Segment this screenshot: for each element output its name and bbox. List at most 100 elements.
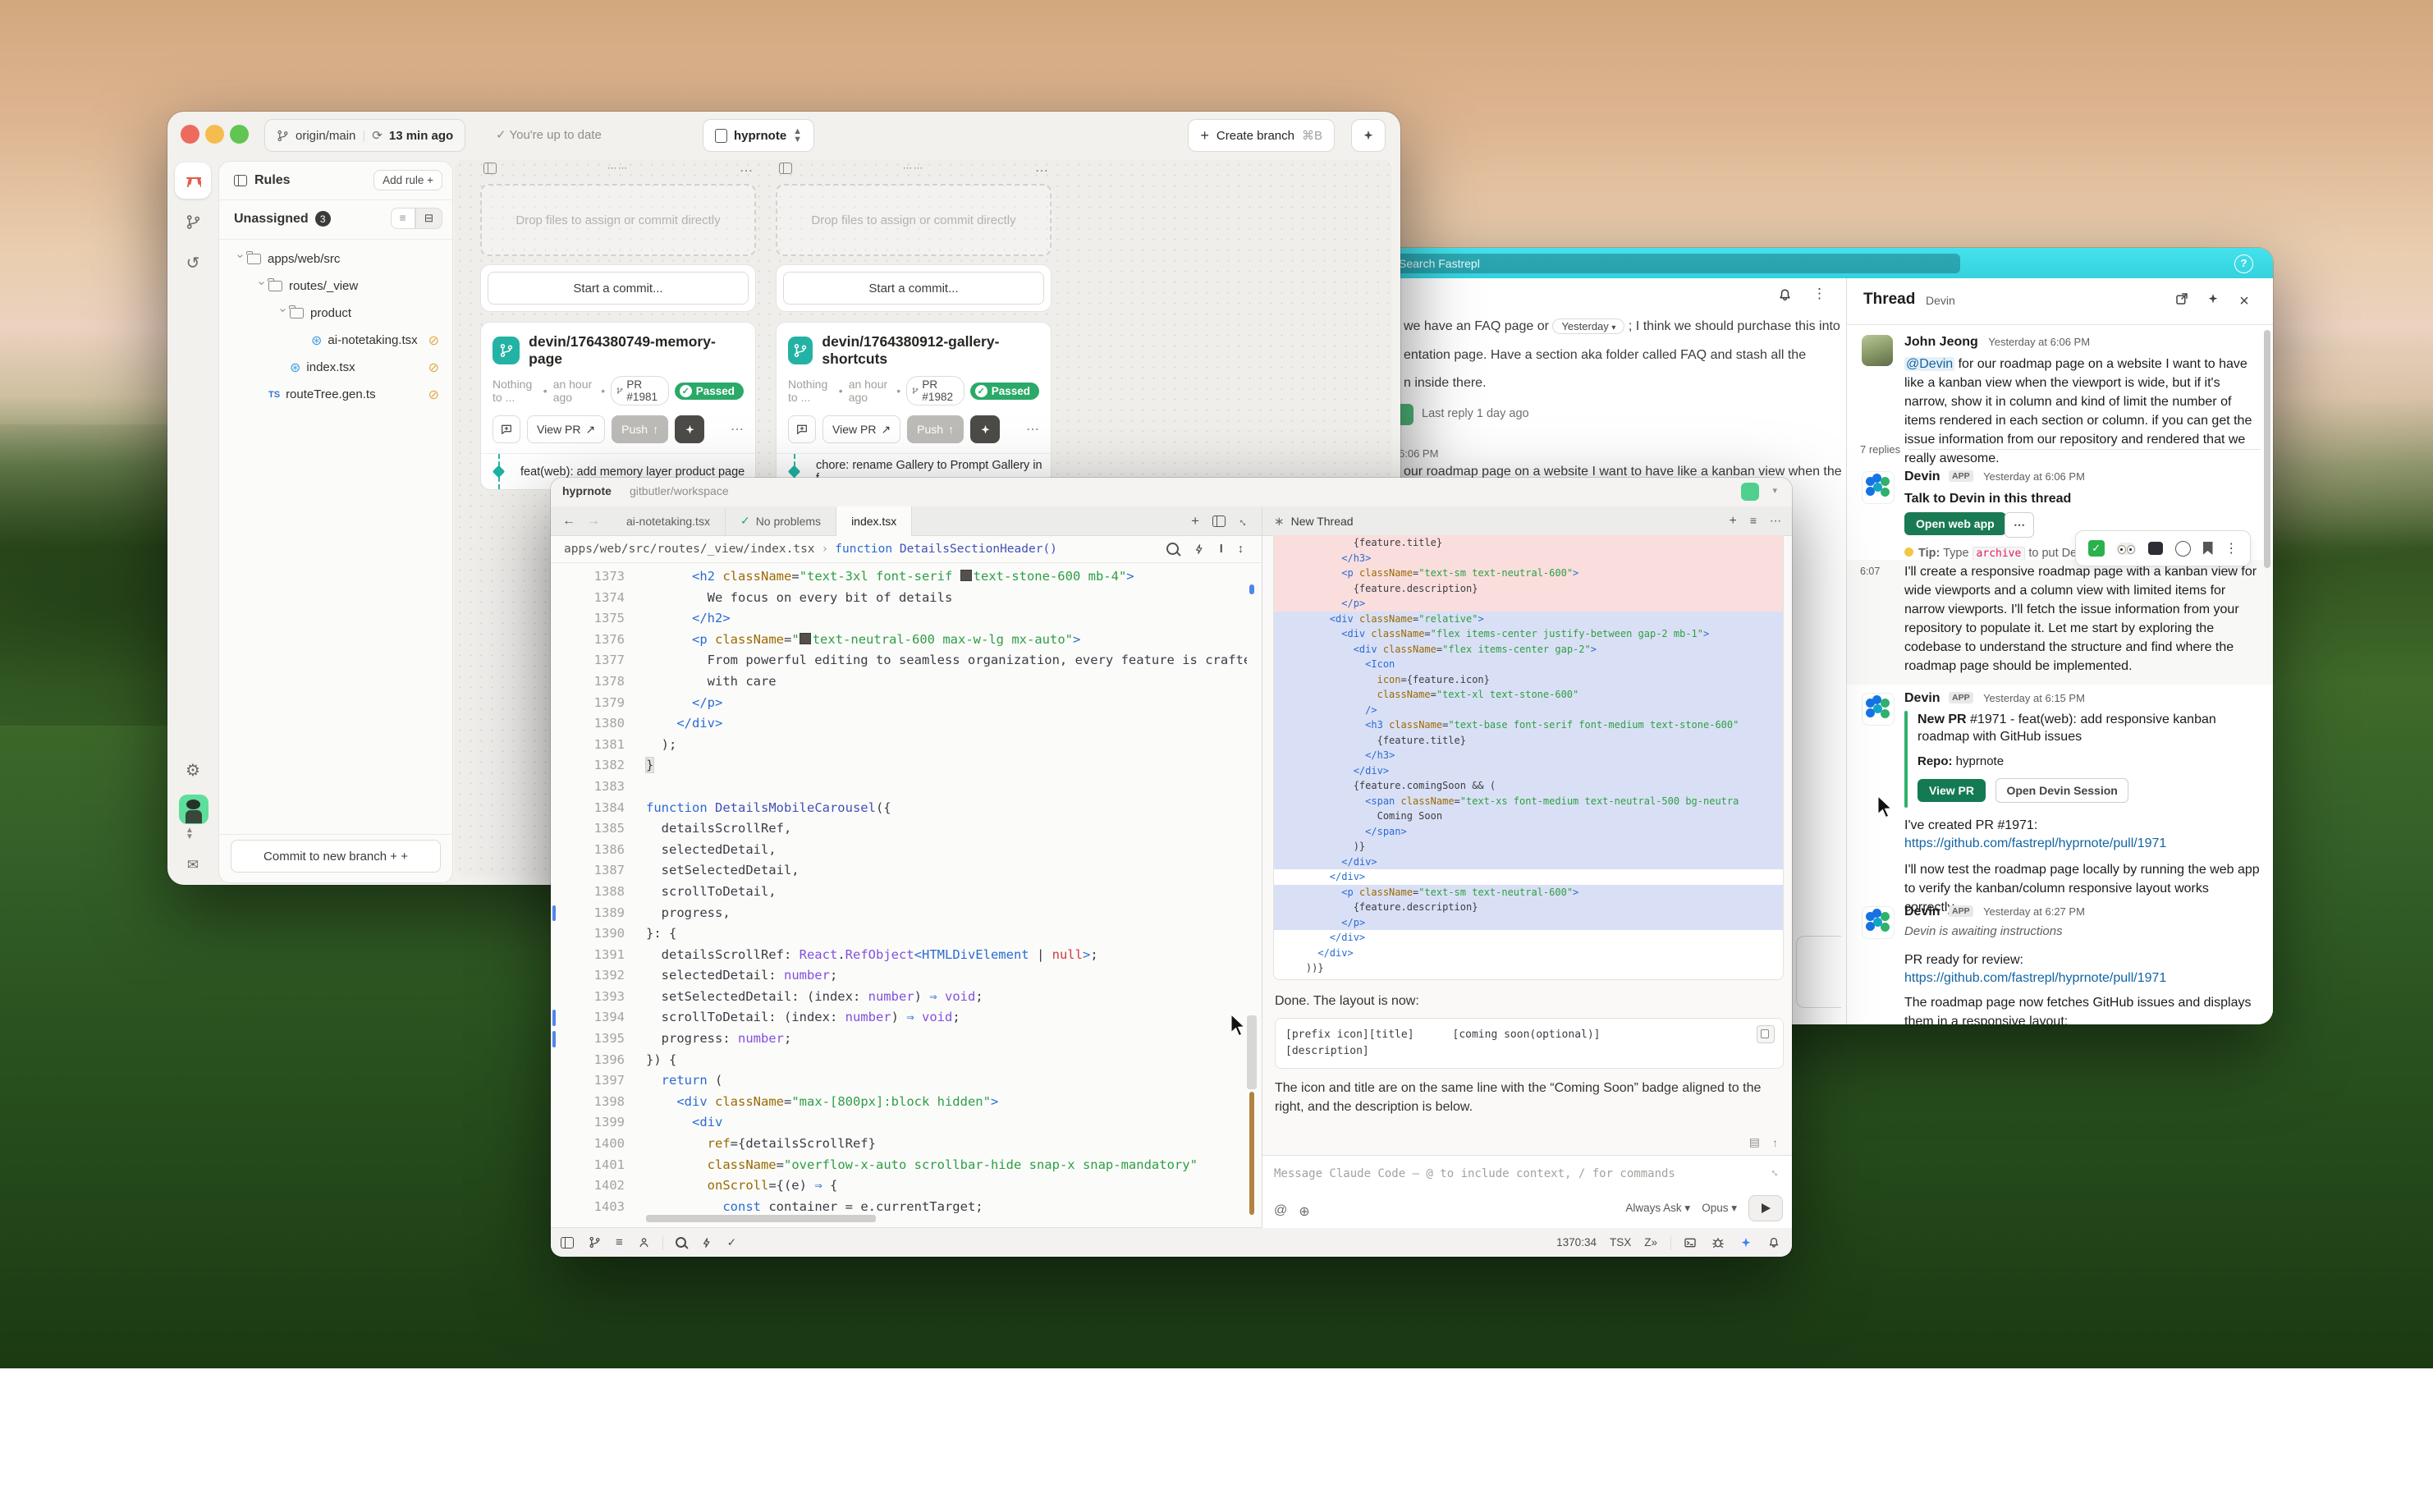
pr-link[interactable]: https://github.com/fastrepl/hyprnote/pul… <box>1904 834 2166 853</box>
tree-item-product[interactable]: ›product <box>231 300 451 327</box>
code-line[interactable]: 1389 progress, <box>551 903 1247 924</box>
message-timestamp[interactable]: Yesterday at 6:06 PM <box>1988 336 2090 348</box>
expand-composer-icon[interactable]: ↔ <box>1768 1164 1785 1180</box>
create-branch-button[interactable]: + Create branch ⌘B <box>1188 119 1335 152</box>
collapse-lane-icon[interactable] <box>779 163 792 174</box>
code-line[interactable]: 1373 <h2 className="text-3xl font-serif … <box>551 566 1247 588</box>
ci-passed-badge[interactable]: ✓Passed <box>675 383 744 400</box>
devin-avatar[interactable] <box>1862 693 1895 726</box>
collab-avatar[interactable] <box>1741 483 1759 501</box>
new-tab-icon[interactable]: + <box>1191 513 1199 529</box>
project-switcher[interactable]: hyprnote ▲▼ <box>703 119 814 152</box>
user-avatar[interactable] <box>179 795 208 824</box>
composer-placeholder[interactable]: Message Claude Code — @ to include conte… <box>1274 1167 1675 1180</box>
slack-search-input[interactable]: Search Fastrepl <box>1389 254 1960 273</box>
lane-menu-icon[interactable]: ⋯ <box>1035 163 1048 179</box>
permission-mode-dropdown[interactable]: Always Ask ▾ <box>1625 1202 1690 1215</box>
card-menu-icon[interactable]: ⋯ <box>1026 421 1039 438</box>
avatar-switcher-chevrons[interactable]: ▲▼ <box>186 827 194 841</box>
code-line[interactable]: 1375 </h2> <box>551 608 1247 630</box>
check-reaction-icon[interactable]: ✓ <box>2088 540 2105 557</box>
kebab-menu-icon[interactable]: ⋮ <box>1812 286 1826 302</box>
code-line[interactable]: 1395 progress: number; <box>551 1029 1247 1050</box>
collapse-lane-icon[interactable] <box>483 163 497 174</box>
code-actions-icon[interactable] <box>1194 543 1205 555</box>
pr-link[interactable]: https://github.com/fastrepl/hyprnote/pul… <box>1904 969 2166 987</box>
agent-menu-icon[interactable]: ⋯ <box>1770 514 1781 529</box>
cursor-position[interactable]: 1370:34 <box>1556 1236 1597 1249</box>
code-line[interactable]: 1374 We focus on every bit of details <box>551 588 1247 609</box>
branch-card[interactable]: devin/1764380749-memory-page Nothing to … <box>480 322 756 490</box>
drop-zone[interactable]: Drop files to assign or commit directly <box>480 184 756 256</box>
drop-zone[interactable]: Drop files to assign or commit directly <box>776 184 1052 256</box>
code-line[interactable]: 1387 setSelectedDetail, <box>551 860 1247 882</box>
editor-titlebar[interactable]: hyprnote gitbutler/workspace ▾ <box>551 478 1792 507</box>
view-pr-button[interactable]: View PR ↗ <box>822 415 900 443</box>
code-line[interactable]: 1382} <box>551 755 1247 777</box>
chevron-down-icon[interactable]: › <box>277 309 291 318</box>
language-mode[interactable]: TSX <box>1610 1236 1631 1249</box>
expand-icon[interactable]: ↔ <box>1235 512 1253 529</box>
notifications-bell-icon[interactable] <box>1777 287 1793 307</box>
view-pr-button[interactable]: View PR ↗ <box>527 415 605 443</box>
text-cursor-icon[interactable]: I <box>1220 543 1223 556</box>
date-pill[interactable]: Yesterday ▾ <box>1552 318 1624 334</box>
message-author[interactable]: Devin <box>1904 691 1940 705</box>
git-panel-icon[interactable] <box>589 1236 601 1249</box>
code-line[interactable]: 1386 selectedDetail, <box>551 840 1247 861</box>
tab-diagnostics[interactable]: ✓No problems <box>726 506 836 535</box>
editor-scrollbar-thumb[interactable] <box>1247 1015 1257 1089</box>
message-author[interactable]: Devin <box>1904 470 1940 483</box>
view-toggle[interactable]: ≡ ⊟ <box>391 208 442 229</box>
devin-avatar[interactable] <box>1862 471 1895 504</box>
agent-conversation[interactable]: {feature.title} </h3> <p className="text… <box>1262 535 1792 1156</box>
message-timestamp[interactable]: Yesterday at 6:27 PM <box>1983 905 2085 918</box>
open-web-app-button[interactable]: Open web app <box>1904 512 2006 535</box>
code-line[interactable]: 1381 ); <box>551 735 1247 756</box>
code-editor[interactable]: 1373 <h2 className="text-3xl font-serif … <box>551 566 1247 1216</box>
zoom-window-button[interactable] <box>230 125 249 144</box>
close-window-button[interactable] <box>181 125 199 144</box>
ai-commit-icon-button[interactable] <box>675 415 704 443</box>
code-line[interactable]: 1399 <div <box>551 1112 1247 1134</box>
buffer-search-icon[interactable] <box>1166 543 1179 555</box>
code-line[interactable]: 1383 <box>551 777 1247 798</box>
code-line[interactable]: 1396}) { <box>551 1050 1247 1071</box>
code-line[interactable]: 1388 scrollToDetail, <box>551 882 1247 903</box>
code-line[interactable]: 1379 </p> <box>551 693 1247 714</box>
devin-avatar[interactable] <box>1862 906 1895 939</box>
code-line[interactable]: 1392 selectedDetail: number; <box>551 965 1247 987</box>
message-composer[interactable]: Message Claude Code — @ to include conte… <box>1262 1155 1792 1228</box>
rail-settings-icon[interactable]: ⚙ <box>175 752 211 788</box>
start-commit-button[interactable]: Start a commit... <box>488 272 749 305</box>
tab-ai-notetaking[interactable]: ai-notetaking.tsx <box>612 506 726 535</box>
branch-sync-pill[interactable]: origin/main | ⟳13 min ago <box>264 119 465 152</box>
code-line[interactable]: 1401 className="overflow-x-auto scrollba… <box>551 1155 1247 1176</box>
code-line[interactable]: 1393 setSelectedDetail: (index: number) … <box>551 987 1247 1008</box>
code-line[interactable]: 1376 <p className="text-neutral-600 max-… <box>551 630 1247 651</box>
code-line[interactable]: 1400 ref={detailsScrollRef} <box>551 1134 1247 1155</box>
more-button[interactable]: ⋯ <box>2005 512 2034 538</box>
rail-branches-icon[interactable] <box>175 204 211 240</box>
new-thread-icon[interactable]: + <box>1729 514 1736 529</box>
quick-actions-icon[interactable] <box>701 1237 712 1249</box>
ci-passed-badge[interactable]: ✓Passed <box>970 383 1039 400</box>
tree-item-ai-notetaking-tsx[interactable]: ⊛ai-notetaking.tsx⊘ <box>231 327 451 354</box>
model-dropdown[interactable]: Opus ▾ <box>1702 1202 1737 1215</box>
ai-summary-icon[interactable] <box>2203 291 2223 311</box>
open-devin-session-button[interactable]: Open Devin Session <box>1995 778 2128 803</box>
push-button[interactable]: Push ↑ <box>907 415 964 443</box>
rail-feedback-icon[interactable]: ✉ <box>175 847 211 883</box>
outline-panel-icon[interactable]: ≡ <box>616 1235 623 1249</box>
code-line[interactable]: 1402 onScroll={(e) ⇒ { <box>551 1175 1247 1197</box>
ai-commit-icon-button[interactable] <box>970 415 1000 443</box>
chevron-down-icon[interactable]: › <box>255 282 269 291</box>
comment-icon-button[interactable] <box>788 415 816 443</box>
scroll-top-icon[interactable]: ↑ <box>1772 1136 1778 1149</box>
avatar[interactable] <box>1862 335 1893 366</box>
code-line[interactable]: 1398 <div className="max-[800px]:block h… <box>551 1092 1247 1113</box>
edit-prediction-icon[interactable]: Z» <box>1644 1236 1657 1249</box>
mention-devin[interactable]: @Devin <box>1904 357 1954 371</box>
split-pane-icon[interactable] <box>1212 515 1226 527</box>
markdown-icon[interactable]: ▤ <box>1749 1135 1760 1149</box>
